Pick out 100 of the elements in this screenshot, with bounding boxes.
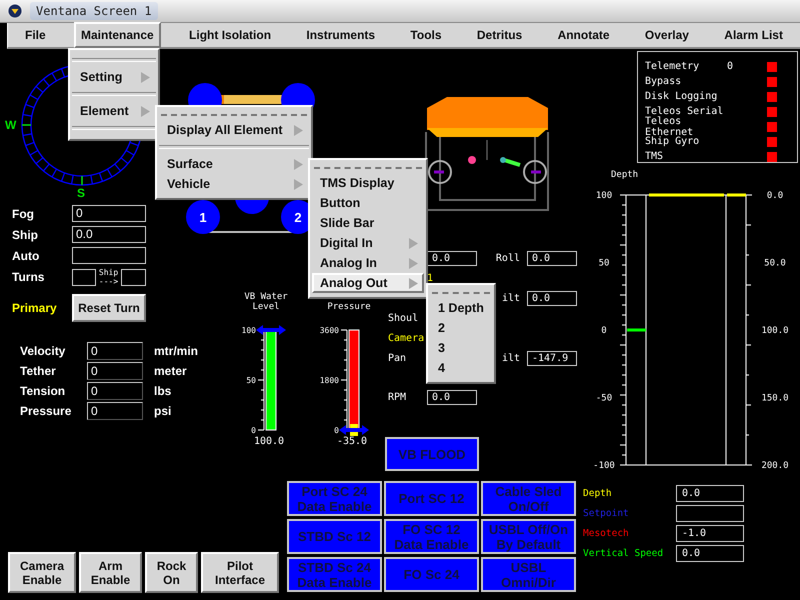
input-field[interactable]: 0.0	[72, 226, 146, 243]
axis-label: -100	[593, 461, 615, 471]
tick-label: 3600	[320, 326, 339, 335]
alarm-label: Teleos Ethernet	[645, 116, 694, 138]
alarm-label: Disk Logging	[645, 91, 718, 102]
value-field: 0.0	[676, 484, 744, 502]
window-menu-icon[interactable]	[8, 4, 22, 18]
alarm-count: 0	[727, 61, 734, 72]
menu-item[interactable]: File	[18, 22, 53, 48]
menu-item[interactable]: Alarm List	[717, 22, 790, 48]
axis-label: 0	[601, 326, 607, 336]
mode-label: Primary	[12, 301, 58, 315]
compass-label: W	[5, 118, 16, 132]
menu-item[interactable]: Light Isolation	[182, 22, 278, 48]
field-label: Auto	[12, 248, 40, 262]
input-field[interactable]: 0	[87, 342, 143, 360]
gauge-title: Level	[252, 302, 280, 312]
menu-item[interactable]: Vehicle	[159, 174, 309, 194]
value-field: 0.0	[527, 290, 577, 306]
unit-label: mtr/min	[153, 344, 198, 358]
tear-off-line[interactable]	[161, 114, 307, 116]
tick-label: 0	[251, 426, 256, 435]
value-field: -1.0	[676, 524, 744, 542]
menu-item[interactable]: Overlay	[638, 22, 696, 48]
tear-off-line[interactable]	[314, 167, 422, 169]
gauge-title: VB Water	[244, 292, 288, 302]
readout-label: Mesotech	[583, 528, 630, 538]
field-label: Pan	[388, 352, 408, 364]
menu-item[interactable]: Analog In	[312, 253, 424, 273]
field-label: Ship	[12, 228, 39, 242]
panel-button[interactable]: Camera Enable	[8, 552, 76, 593]
alarm-label: TMS	[645, 151, 664, 162]
alarm-label: Bypass	[645, 76, 682, 87]
panel-button[interactable]: Arm Enable	[79, 552, 142, 593]
gauge-reading: 100.0	[254, 436, 284, 447]
readout-label: Vertical Speed	[583, 548, 664, 558]
value-field	[676, 504, 744, 522]
input-field[interactable]	[72, 268, 96, 286]
thruster-label: 2	[294, 210, 302, 225]
menu-item[interactable]: Surface	[159, 154, 309, 174]
field-label: Fog	[12, 206, 35, 220]
axis-label: 100	[596, 191, 612, 201]
alarm-label: Telemetry	[645, 61, 700, 72]
value-field: -147.9	[527, 350, 577, 366]
menu-item[interactable]: Analog Out	[312, 273, 424, 293]
menu-item[interactable]: Element	[72, 101, 156, 121]
field-label: Turns	[12, 270, 46, 284]
menu-item[interactable]: Digital In	[312, 233, 424, 253]
menu-item[interactable]: TMS Display	[312, 173, 424, 193]
axis-label: 50.0	[764, 258, 786, 268]
compass-label: S	[77, 186, 86, 200]
menu-item[interactable]: Maintenance	[74, 22, 161, 48]
section-label: 1	[427, 272, 434, 284]
menu-item[interactable]: Setting	[72, 67, 156, 87]
tick-label: 1800	[320, 376, 339, 385]
menu-item[interactable]: 1 Depth	[430, 298, 492, 318]
menu-item[interactable]: Display All Element	[159, 120, 309, 140]
field-label: Tension	[20, 384, 66, 398]
panel-button[interactable]: Rock On	[145, 552, 198, 593]
field-label: ilt	[502, 352, 520, 364]
field-label: Shoul	[388, 312, 420, 324]
input-field[interactable]: 0	[87, 362, 143, 380]
field-label: Roll	[496, 252, 520, 264]
arrow-text: --->	[98, 277, 118, 286]
thruster-label: 1	[199, 210, 207, 225]
menu-item[interactable]: Detritus	[470, 22, 530, 48]
tick-label: 100	[242, 326, 256, 335]
alarm-label: Teleos Serial	[645, 106, 724, 117]
menu-item[interactable]: 3	[430, 338, 492, 358]
reset-turn-button[interactable]: Reset Turn	[72, 294, 146, 322]
input-field[interactable]: 0	[72, 205, 146, 222]
alarm-label: Ship Gyro	[645, 136, 700, 147]
value-field: 0.0	[676, 544, 744, 562]
menu-item[interactable]: 2	[430, 318, 492, 338]
menu-item[interactable]: Slide Bar	[312, 213, 424, 233]
axis-label: 0.0	[766, 191, 784, 201]
gauge-reading: -35.0	[336, 436, 368, 447]
menu-item[interactable]: Button	[312, 193, 424, 213]
readout-label: Setpoint	[583, 508, 630, 518]
menu-item[interactable]: Instruments	[299, 22, 382, 48]
thruster-icon	[186, 200, 220, 234]
field-label: RPM	[388, 392, 408, 403]
menu-item[interactable]: 4	[430, 358, 492, 378]
input-field[interactable]: 0	[87, 382, 143, 400]
input-field[interactable]	[121, 268, 146, 286]
menu-item[interactable]: Annotate	[550, 22, 617, 48]
menu-item[interactable]: Tools	[403, 22, 449, 48]
axis-label: 150.0	[761, 394, 789, 404]
section-label: Camera	[388, 332, 426, 344]
axis-label: 50	[598, 258, 610, 268]
window-title: Ventana Screen 1	[30, 2, 158, 20]
panel-button[interactable]: Pilot Interface	[201, 552, 279, 593]
gauge-title: Pressure	[327, 302, 371, 312]
ship-label: Ship	[98, 268, 118, 277]
input-field[interactable]	[72, 247, 146, 264]
readout-label: Depth	[583, 488, 613, 498]
input-field[interactable]: 0	[87, 402, 143, 420]
tear-off-line[interactable]	[432, 292, 490, 294]
field-label: ilt	[502, 292, 520, 304]
value-field: 0.0	[427, 250, 477, 266]
